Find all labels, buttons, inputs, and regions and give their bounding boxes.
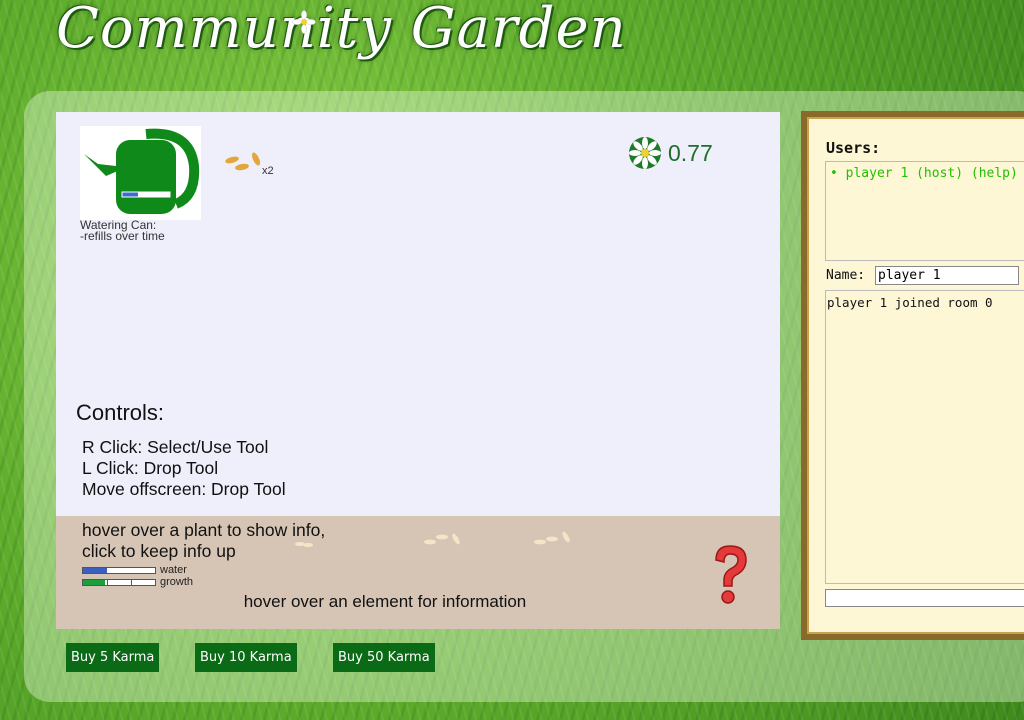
planted-seed-icon[interactable] bbox=[532, 526, 576, 548]
water-bar bbox=[82, 566, 156, 574]
planted-seed-icon[interactable] bbox=[294, 526, 318, 548]
info-text: hover over an element for information bbox=[243, 592, 527, 611]
seed-count: x2 bbox=[262, 165, 274, 177]
watering-can-tool[interactable] bbox=[80, 126, 201, 220]
user-entry[interactable]: • player 1 (host) (help) bbox=[830, 166, 1018, 181]
name-input[interactable] bbox=[875, 266, 1019, 285]
chat-message: player 1 joined room 0 bbox=[827, 295, 993, 310]
buy-5-karma-button[interactable]: Buy 5 Karma bbox=[66, 643, 160, 672]
planted-seed-icon[interactable] bbox=[422, 526, 466, 548]
control-line: R Click: Select/Use Tool bbox=[82, 437, 269, 457]
game-canvas[interactable]: Watering Can: -refills over time x2 0.77… bbox=[56, 112, 780, 629]
seeds-icon[interactable] bbox=[222, 152, 266, 178]
chat-log: player 1 joined room 0 bbox=[825, 290, 1024, 584]
karma-display: 0.77 bbox=[628, 136, 713, 170]
tool-description: Watering Can: -refills over time bbox=[80, 219, 165, 243]
karma-value: 0.77 bbox=[668, 139, 713, 166]
chat-input[interactable] bbox=[825, 589, 1024, 607]
daisy-icon bbox=[292, 10, 316, 34]
game-title: Community Garden bbox=[56, 0, 627, 61]
control-line: L Click: Drop Tool bbox=[82, 458, 219, 478]
users-list: • player 1 (host) (help) bbox=[825, 161, 1024, 261]
users-title: Users: bbox=[826, 139, 881, 157]
name-label: Name: bbox=[826, 268, 866, 283]
growth-label: growth bbox=[160, 576, 194, 588]
soil-bed[interactable]: hover over a plant to show info, click t… bbox=[56, 516, 780, 629]
control-line: Move offscreen: Drop Tool bbox=[82, 479, 286, 499]
buy-10-karma-button[interactable]: Buy 10 Karma bbox=[195, 643, 297, 672]
water-label: water bbox=[160, 564, 187, 576]
stat-legend: water growth bbox=[82, 564, 193, 588]
hint-line: hover over a plant to show info, bbox=[82, 520, 326, 540]
hint-line: click to keep info up bbox=[82, 541, 236, 561]
plant-hint: hover over a plant to show info, click t… bbox=[82, 520, 325, 562]
buy-50-karma-button[interactable]: Buy 50 Karma bbox=[333, 643, 435, 672]
help-question-icon[interactable] bbox=[710, 544, 750, 606]
controls-list: R Click: Select/Use Tool L Click: Drop T… bbox=[82, 437, 286, 500]
controls-title: Controls: bbox=[76, 400, 165, 425]
watering-can-icon bbox=[84, 128, 200, 214]
tool-desc-line: -refills over time bbox=[80, 229, 165, 243]
chat-sidebar: Users: • player 1 (host) (help) Name: pl… bbox=[801, 111, 1024, 640]
growth-bar bbox=[82, 578, 156, 586]
karma-daisy-icon bbox=[629, 137, 661, 169]
